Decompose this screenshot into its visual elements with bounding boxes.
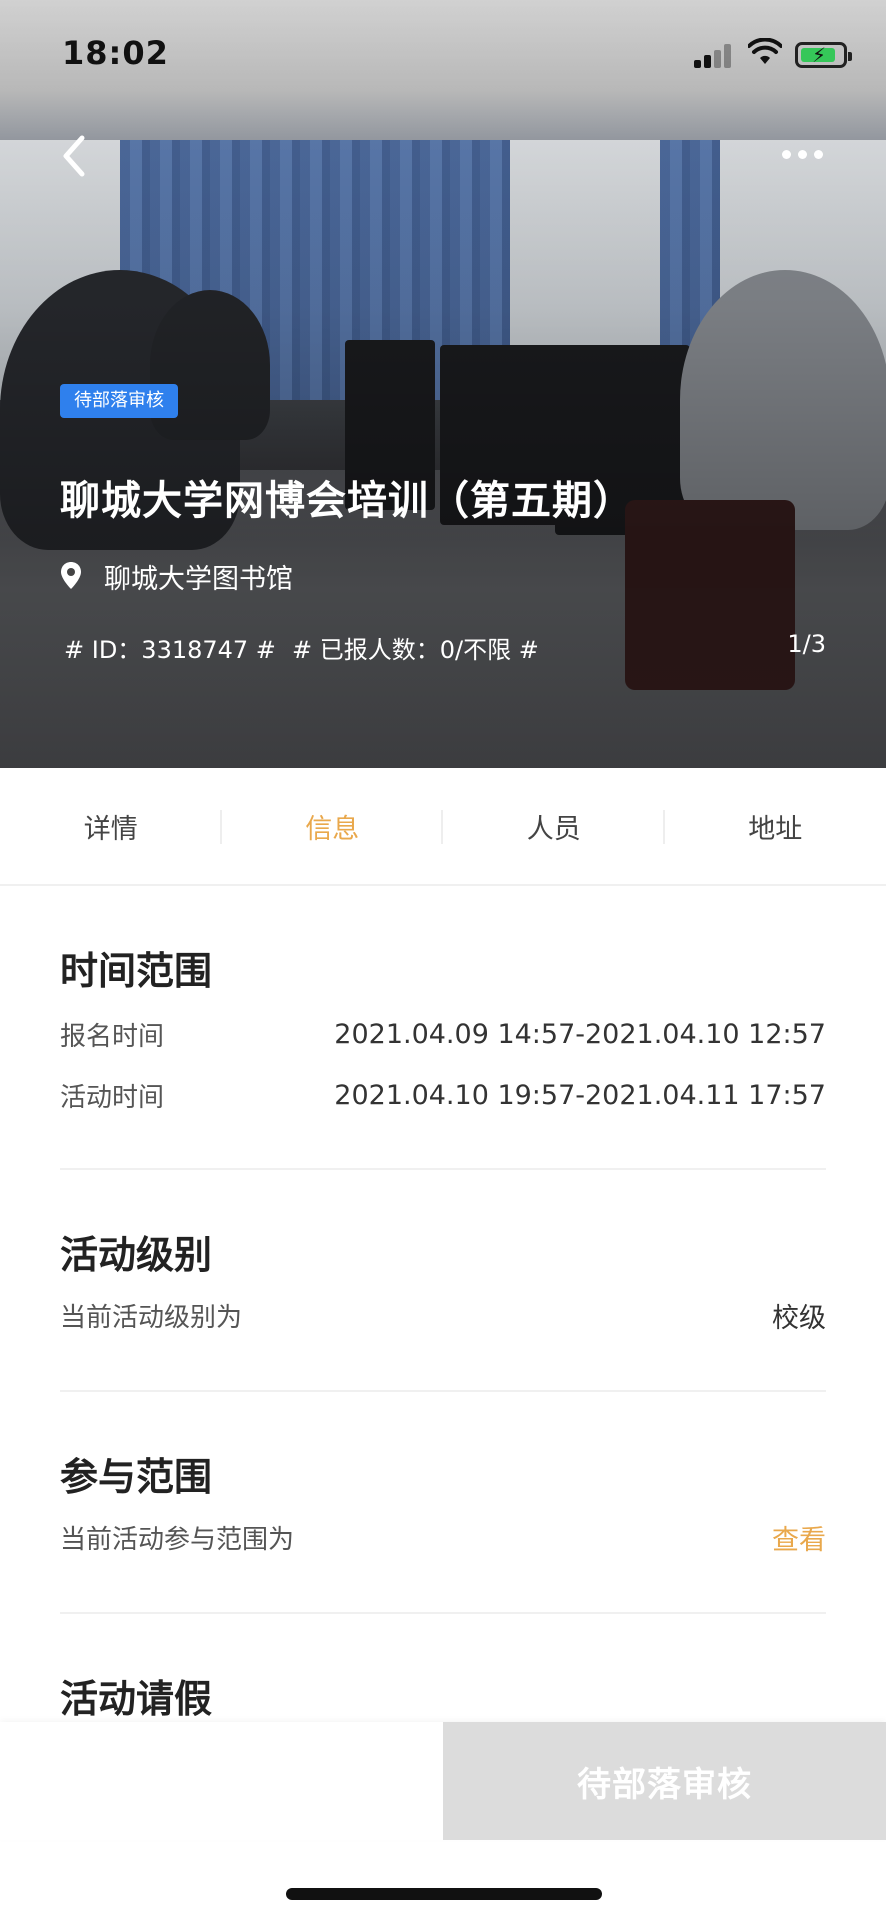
participation-scope-section: 参与范围 当前活动参与范围为 查看 — [60, 1446, 826, 1566]
view-scope-link[interactable]: 查看 — [772, 1518, 826, 1557]
tab-label: 详情 — [83, 813, 138, 845]
row-value: 2021.04.09 14:57-2021.04.10 12:57 — [334, 1019, 826, 1050]
activity-level-row: 当前活动级别为 校级 — [60, 1296, 826, 1335]
tab-label: 人员 — [526, 813, 581, 845]
tab-members[interactable]: 人员 — [443, 768, 665, 884]
section-title: 参与范围 — [60, 1455, 213, 1499]
section-divider — [60, 1612, 826, 1614]
activity-time-row: 活动时间 2021.04.10 19:57-2021.04.11 17:57 — [60, 1077, 826, 1114]
hero-banner[interactable]: 18:02 ⚡ 待部落审核 聊城大学网博会培训（第五期） 聊城大学图书馆 # I… — [0, 0, 886, 768]
status-time: 18:02 — [62, 34, 169, 72]
battery-icon: ⚡ — [795, 42, 852, 68]
section-title: 活动请假 — [60, 1677, 213, 1721]
row-label: 报名时间 — [60, 1022, 165, 1052]
home-indicator[interactable] — [286, 1888, 602, 1900]
signup-count-text: # 已报人数：0/不限 # — [292, 636, 539, 664]
row-label: 当前活动级别为 — [60, 1303, 243, 1333]
bottom-action-bar: 待部落审核 — [0, 1722, 886, 1840]
section-divider — [60, 1390, 826, 1392]
location-pin-icon — [61, 562, 81, 589]
section-title: 时间范围 — [60, 949, 213, 993]
row-value: 2021.04.10 19:57-2021.04.11 17:57 — [334, 1080, 826, 1111]
chevron-left-icon — [63, 135, 85, 177]
back-button[interactable] — [52, 128, 96, 184]
row-value: 校级 — [772, 1303, 826, 1334]
event-title: 聊城大学网博会培训（第五期） — [60, 478, 634, 524]
time-range-section: 时间范围 报名时间 2021.04.09 14:57-2021.04.10 12… — [60, 940, 826, 1120]
location-text: 聊城大学图书馆 — [104, 563, 293, 595]
event-id-text: # ID：3318747 # — [64, 636, 276, 664]
section-title: 活动级别 — [60, 1233, 213, 1277]
more-options-button[interactable] — [778, 140, 828, 170]
section-divider — [60, 1168, 826, 1170]
tab-label: 地址 — [748, 813, 803, 845]
tab-label: 信息 — [305, 813, 360, 845]
pending-review-button[interactable]: 待部落审核 — [443, 1722, 886, 1840]
location-row: 聊城大学图书馆 — [60, 556, 293, 596]
cellular-signal-icon — [694, 44, 734, 68]
signup-time-row: 报名时间 2021.04.09 14:57-2021.04.10 12:57 — [60, 1016, 826, 1053]
activity-leave-section: 活动请假 — [60, 1668, 826, 1728]
bottom-bar-spacer — [0, 1722, 443, 1840]
row-label: 活动时间 — [60, 1083, 165, 1113]
status-badge: 待部落审核 — [60, 384, 178, 418]
activity-level-section: 活动级别 当前活动级别为 校级 — [60, 1224, 826, 1344]
participation-scope-row: 当前活动参与范围为 查看 — [60, 1518, 826, 1557]
tab-address[interactable]: 地址 — [665, 768, 886, 884]
tab-details[interactable]: 详情 — [0, 768, 222, 884]
row-label: 当前活动参与范围为 — [60, 1525, 295, 1555]
carousel-page-indicator: 1/3 — [787, 630, 826, 658]
wifi-icon — [748, 38, 782, 64]
tab-bar: 详情 信息 人员 地址 — [0, 768, 886, 886]
status-bar: 18:02 ⚡ — [0, 0, 886, 110]
tab-info[interactable]: 信息 — [222, 768, 443, 884]
